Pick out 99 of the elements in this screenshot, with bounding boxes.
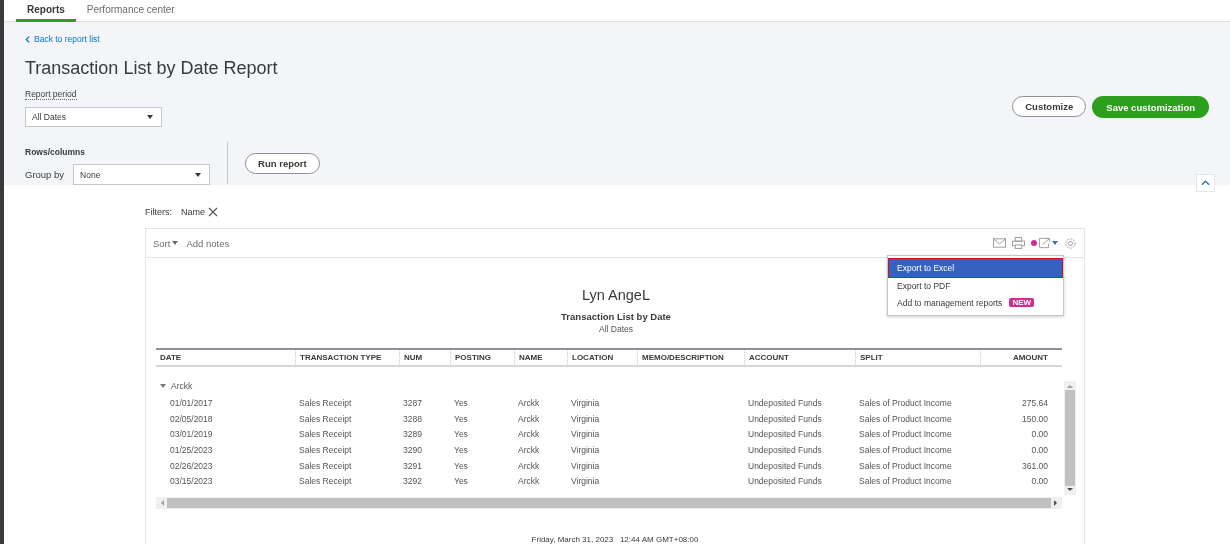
sort-button[interactable]: Sort [153,237,179,249]
table-cell: Sales of Product Income [859,397,952,408]
table-cell: Undeposited Funds [748,397,822,408]
table-cell: Yes [454,429,468,440]
page-title: Transaction List by Date Report [25,58,279,79]
table-cell: Virginia [571,476,600,487]
table-cell: Undeposited Funds [748,413,822,424]
table-cell: Arckk [518,413,540,424]
column-header[interactable]: AMOUNT [980,350,1062,365]
table-cell: 3289 [403,429,422,440]
table-cell: 01/25/2023 [170,444,213,455]
column-header[interactable]: NUM [399,350,450,365]
column-header[interactable]: MEMO/DESCRIPTION [637,350,744,365]
table-cell: Virginia [571,444,600,455]
horizontal-scrollbar[interactable] [156,497,1062,509]
table-cell: Yes [454,476,468,487]
table-cell: 150.00 [1022,413,1048,424]
filters-label: Filters: [145,207,172,217]
table-cell: Sales of Product Income [859,444,952,455]
report-name: Transaction List by Date [561,311,671,322]
table-cell: Undeposited Funds [748,476,822,487]
collapse-button[interactable] [1196,174,1215,192]
menu-item[interactable]: Export to PDF [889,277,1062,294]
company-name: Lyn AngeL [582,287,650,303]
table-cell: 3290 [403,444,422,455]
table-cell: Virginia [571,429,600,440]
menu-item[interactable]: Add to management reports NEW [889,294,1062,311]
column-header[interactable]: SPLIT [855,350,980,365]
table-cell: Arckk [518,397,540,408]
customize-button[interactable]: Customize [1012,96,1087,117]
tab[interactable]: Performance center [75,0,186,22]
table-cell: 0.00 [1031,429,1048,440]
report-footer: Friday, March 31, 2023 12:44 AM GMT+08:00 [146,535,1084,544]
table-cell: Arckk [518,476,540,487]
table-cell: Sales of Product Income [859,429,952,440]
filter-chip[interactable]: Name [181,207,218,217]
table-cell: Undeposited Funds [748,444,822,455]
field-label: Group by [25,169,65,180]
table-cell: Arckk [518,444,540,455]
column-header[interactable]: TRANSACTION TYPE [295,350,399,365]
add-notes-link[interactable]: Add notes [186,237,230,249]
new-badge: NEW [1009,298,1035,307]
field-label: Report period [25,89,77,100]
run-report-button[interactable]: Run report [245,152,320,174]
expand-caret-icon[interactable] [160,384,166,388]
table-cell: 361.00 [1022,460,1048,471]
table-cell: Sales of Product Income [859,460,952,471]
table-cell: Yes [454,460,468,471]
close-icon[interactable] [208,207,218,217]
column-header[interactable]: NAME [514,350,567,365]
table-cell: Sales of Product Income [859,476,952,487]
table-cell: 3287 [403,397,422,408]
vertical-scrollbar[interactable] [1064,381,1076,495]
table-cell: Virginia [571,460,600,471]
print-icon[interactable] [1012,237,1025,249]
table-cell: Sales Receipt [299,460,352,471]
table-cell: Sales Receipt [299,476,352,487]
table-cell: Virginia [571,397,600,408]
table-cell: Undeposited Funds [748,429,822,440]
table-cell: 3288 [403,413,422,424]
export-icon[interactable] [1038,237,1051,249]
chevron-left-icon [25,35,30,43]
table-cell: Arckk [518,460,540,471]
section-label: Rows/columns [25,147,85,157]
table-cell: 03/01/2019 [170,429,213,440]
column-header[interactable]: ACCOUNT [744,350,855,365]
table-cell: 01/01/2017 [170,397,213,408]
email-icon[interactable] [993,238,1006,248]
table-cell: 0.00 [1031,444,1048,455]
table-cell: 3291 [403,460,422,471]
table-cell: Yes [454,444,468,455]
table-cell: Sales of Product Income [859,413,952,424]
table-cell: 02/26/2023 [170,460,213,471]
table-cell: Sales Receipt [299,444,352,455]
chevron-up-icon [1201,180,1210,186]
report-period-dropdown[interactable]: All Dates [25,107,162,127]
column-header[interactable]: DATE [156,350,295,365]
table-cell: 0.00 [1031,476,1048,487]
column-header[interactable]: POSTING [450,350,514,365]
table-cell: Arckk [518,429,540,440]
column-header[interactable]: LOCATION [567,350,637,365]
menu-item[interactable]: Export to Excel [889,259,1062,277]
table-cell: Sales Receipt [299,397,352,408]
table-cell: Yes [454,413,468,424]
table-cell: 02/05/2018 [170,413,213,424]
group-label: Arckk [171,381,193,391]
table-cell: 275.64 [1022,397,1048,408]
table-cell: Yes [454,397,468,408]
settings-icon[interactable] [1064,236,1077,250]
report-period: All Dates [599,324,633,334]
table-cell: Virginia [571,413,600,424]
group-by-dropdown[interactable]: None [73,164,211,185]
back-link[interactable]: Back to report list [25,34,320,44]
table-cell: 03/15/2023 [170,476,213,487]
table-cell: Sales Receipt [299,429,352,440]
back-link-text[interactable]: Back to report list [34,34,100,44]
table-cell: Sales Receipt [299,413,352,424]
table-cell: Undeposited Funds [748,460,822,471]
table-cell: 3292 [403,476,422,487]
